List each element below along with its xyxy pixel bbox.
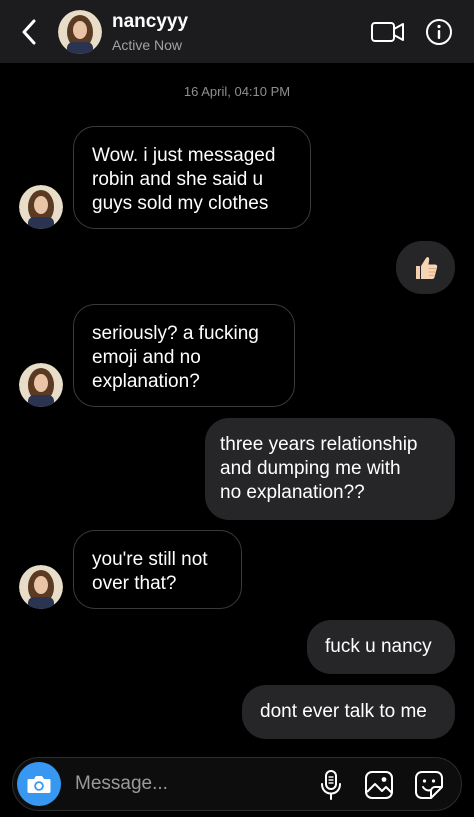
camera-icon — [27, 776, 51, 793]
contact-avatar[interactable] — [19, 363, 63, 407]
message-line: no explanation?? — [220, 482, 365, 503]
message-bubble-outgoing-emoji[interactable] — [396, 241, 455, 294]
message-bubble-outgoing[interactable]: fuck u nancy — [307, 620, 455, 674]
message-input[interactable] — [75, 770, 305, 798]
message-timestamp: 16 April, 04:10 PM — [183, 84, 291, 99]
sticker-icon — [415, 771, 443, 799]
chat-header: nancyyy Active Now — [0, 0, 474, 63]
message-line: emoji and no — [92, 347, 201, 368]
voice-message-button[interactable] — [315, 769, 347, 801]
back-button[interactable] — [14, 14, 44, 50]
contact-avatar[interactable] — [58, 10, 102, 54]
contact-avatar[interactable] — [19, 185, 63, 229]
thumbs-up-icon — [415, 256, 437, 279]
message-line: three years relationship — [220, 434, 418, 455]
message-composer — [12, 757, 462, 811]
active-status: Active Now — [112, 37, 183, 53]
message-line: you're still not — [92, 549, 208, 570]
message-line: over that? — [92, 573, 177, 594]
video-camera-icon — [371, 22, 404, 42]
info-icon — [426, 19, 452, 45]
message-bubble-incoming[interactable]: you're still not over that? — [73, 530, 242, 609]
message-line: seriously? a fucking — [92, 323, 259, 344]
gallery-button[interactable] — [363, 769, 395, 801]
message-line: and dumping me with — [220, 458, 401, 479]
sticker-button[interactable] — [413, 769, 445, 801]
message-bubble-outgoing[interactable]: dont ever talk to me — [242, 685, 455, 739]
chevron-left-icon — [22, 19, 36, 45]
message-line: robin and she said u — [92, 169, 264, 190]
gallery-icon — [365, 771, 393, 799]
message-text: dont ever talk to me — [260, 701, 427, 722]
message-text: fuck u nancy — [325, 636, 432, 657]
microphone-icon — [321, 770, 341, 800]
message-line: explanation? — [92, 371, 200, 392]
message-bubble-incoming[interactable]: seriously? a fucking emoji and no explan… — [73, 304, 295, 407]
contact-avatar[interactable] — [19, 565, 63, 609]
message-bubble-incoming[interactable]: Wow. i just messaged robin and she said … — [73, 126, 311, 229]
contact-name[interactable]: nancyyy — [112, 11, 188, 33]
message-line: guys sold my clothes — [92, 193, 269, 214]
message-line: Wow. i just messaged — [92, 145, 276, 166]
video-call-button[interactable] — [370, 18, 406, 46]
info-button[interactable] — [424, 17, 454, 47]
camera-button[interactable] — [17, 762, 61, 806]
message-bubble-outgoing[interactable]: three years relationship and dumping me … — [205, 418, 455, 520]
